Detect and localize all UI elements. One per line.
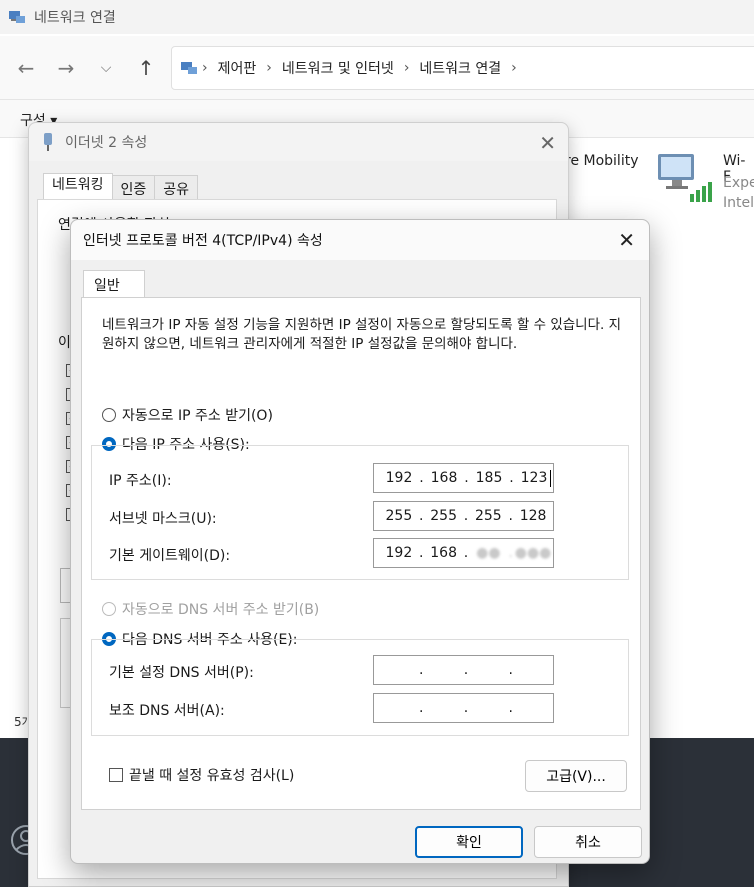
tab-networking[interactable]: 네트워킹 (43, 173, 113, 200)
network-folder-icon (9, 11, 25, 23)
preferred-dns-label: 기본 설정 DNS 서버(P): (109, 665, 254, 681)
gateway-octet-redacted: ●●● (514, 545, 552, 561)
manual-dns-group: 기본 설정 DNS 서버(P): . . . 보조 DNS 서버(A): . .… (91, 639, 629, 736)
chevron-right-icon: › (511, 60, 517, 76)
ip-octet: 185 (475, 470, 503, 486)
gateway-octet: 168 (430, 545, 457, 561)
gateway-field[interactable]: 192. 168. ●●. ●●● (373, 538, 554, 568)
subnet-mask-label: 서브넷 마스크(U): (109, 511, 217, 527)
tab-general[interactable]: 일반 (83, 270, 145, 298)
gateway-octet: 192 (385, 545, 413, 561)
preferred-dns-field[interactable]: . . . (373, 655, 554, 685)
ethernet-tabs: 네트워킹 인증 공유 (43, 173, 199, 202)
ip-octet: 123 (520, 470, 548, 486)
text-cursor (550, 469, 551, 487)
ipv4-dialog-titlebar: 인터넷 프로토콜 버전 4(TCP/IPv4) 속성 (71, 220, 649, 260)
breadcrumb-network-internet[interactable]: 네트워크 및 인터넷 (282, 58, 394, 78)
ethernet-dialog-title: 이더넷 2 속성 (65, 135, 148, 151)
ethernet-adapter-icon (44, 133, 52, 151)
checkbox-icon[interactable] (109, 768, 123, 782)
forward-arrow-icon[interactable]: → (48, 52, 84, 84)
connection-wifi[interactable]: Wi-F Expe Intel (656, 150, 754, 211)
back-arrow-icon[interactable]: ← (8, 52, 44, 84)
description-text: 네트워크가 IP 자동 설정 기능을 지원하면 IP 설정이 자동으로 할당되도… (102, 317, 622, 352)
recent-chevron-down-icon[interactable]: ⌵ (88, 52, 124, 84)
validate-checkbox[interactable]: 끝낼 때 설정 유효성 검사(L) (109, 765, 294, 785)
up-arrow-icon[interactable]: ↑ (128, 52, 164, 84)
chevron-right-icon: › (202, 60, 208, 76)
auto-ip-radio[interactable]: 자동으로 IP 주소 받기(O) (102, 405, 273, 425)
items-label: 이 (58, 335, 71, 351)
address-bar[interactable]: › 제어판 › 네트워크 및 인터넷 › 네트워크 연결 › (171, 46, 754, 90)
subnet-mask-field[interactable]: 255. 255. 255. 128 (373, 501, 554, 531)
manual-ip-group: IP 주소(I): 192. 168. 185. 123 서브넷 마스크(U):… (91, 445, 629, 580)
subnet-octet: 255 (474, 508, 502, 524)
connection-mobility-label[interactable]: re Mobility (565, 153, 639, 169)
desktop-strip (0, 738, 41, 887)
subnet-octet: 255 (385, 508, 413, 524)
ip-octet: 168 (430, 470, 458, 486)
tab-sharing[interactable]: 공유 (154, 175, 199, 202)
breadcrumb-network-connections[interactable]: 네트워크 연결 (419, 58, 501, 78)
auto-ip-label: 자동으로 IP 주소 받기(O) (122, 408, 273, 424)
subnet-octet: 128 (519, 508, 547, 524)
explorer-titlebar: 네트워크 연결 (0, 0, 754, 34)
breadcrumb-control-panel[interactable]: 제어판 (218, 58, 257, 78)
ip-address-field[interactable]: 192. 168. 185. 123 (373, 463, 554, 493)
validate-label: 끝낼 때 설정 유효성 검사(L) (129, 768, 295, 784)
ip-octet: 192 (385, 470, 413, 486)
gateway-octet-redacted: ●● (476, 545, 501, 561)
wifi-adapter-icon (658, 154, 712, 202)
ipv4-dialog-title: 인터넷 프로토콜 버전 4(TCP/IPv4) 속성 (83, 233, 323, 249)
ethernet-dialog-titlebar: 이더넷 2 속성 (29, 123, 568, 161)
gateway-label: 기본 게이트웨이(D): (109, 548, 231, 564)
ipv4-properties-dialog: 인터넷 프로토콜 버전 4(TCP/IPv4) 속성 ✕ 일반 네트워크가 IP… (70, 219, 650, 864)
navigation-bar: ← → ⌵ ↑ › 제어판 › 네트워크 및 인터넷 › 네트워크 연결 › (0, 36, 754, 100)
wifi-adapter: Intel (723, 195, 754, 211)
chevron-right-icon: › (266, 60, 272, 76)
ok-button[interactable]: 확인 (415, 826, 523, 858)
radio-button-icon[interactable] (102, 602, 116, 616)
auto-dns-label: 자동으로 DNS 서버 주소 받기(B) (122, 602, 320, 618)
radio-button-icon[interactable] (102, 408, 116, 422)
alternate-dns-field[interactable]: . . . (373, 693, 554, 723)
alternate-dns-label: 보조 DNS 서버(A): (109, 703, 225, 719)
subnet-octet: 255 (430, 508, 457, 524)
control-panel-icon (181, 62, 197, 74)
cancel-button[interactable]: 취소 (534, 826, 642, 858)
close-icon[interactable]: ✕ (539, 131, 556, 155)
wifi-status: Expe (723, 175, 754, 191)
chevron-right-icon: › (403, 60, 410, 76)
tab-authentication[interactable]: 인증 (111, 175, 156, 202)
ipv4-general-panel: 네트워크가 IP 자동 설정 기능을 지원하면 IP 설정이 자동으로 할당되도… (81, 297, 641, 810)
auto-dns-radio[interactable]: 자동으로 DNS 서버 주소 받기(B) (102, 599, 319, 619)
window-title: 네트워크 연결 (34, 10, 116, 26)
close-icon[interactable]: ✕ (618, 228, 635, 252)
ip-address-label: IP 주소(I): (109, 473, 172, 489)
advanced-button[interactable]: 고급(V)... (525, 760, 627, 792)
